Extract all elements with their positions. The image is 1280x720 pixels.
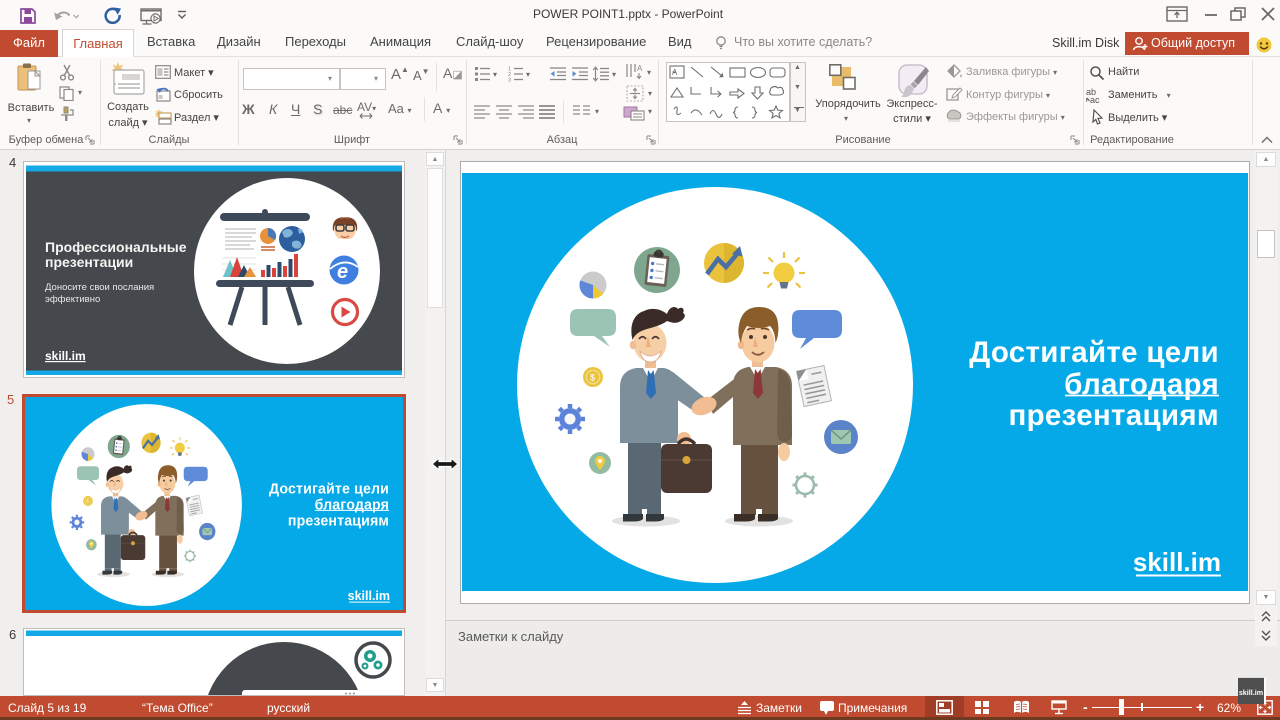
svg-text:презентации: презентации xyxy=(45,254,133,270)
svg-text:ac: ac xyxy=(1090,95,1100,104)
svg-text:A: A xyxy=(637,64,643,73)
svg-text:эффективно: эффективно xyxy=(45,294,100,305)
svg-text:A: A xyxy=(672,68,678,77)
svg-text:3: 3 xyxy=(508,78,511,83)
svg-text:Доносите свои послания: Доносите свои послания xyxy=(45,282,154,293)
svg-text:Профессиональные: Профессиональные xyxy=(45,239,187,255)
svg-text:skill.im: skill.im xyxy=(45,349,86,363)
svg-text:skill.im: skill.im xyxy=(1239,688,1263,697)
